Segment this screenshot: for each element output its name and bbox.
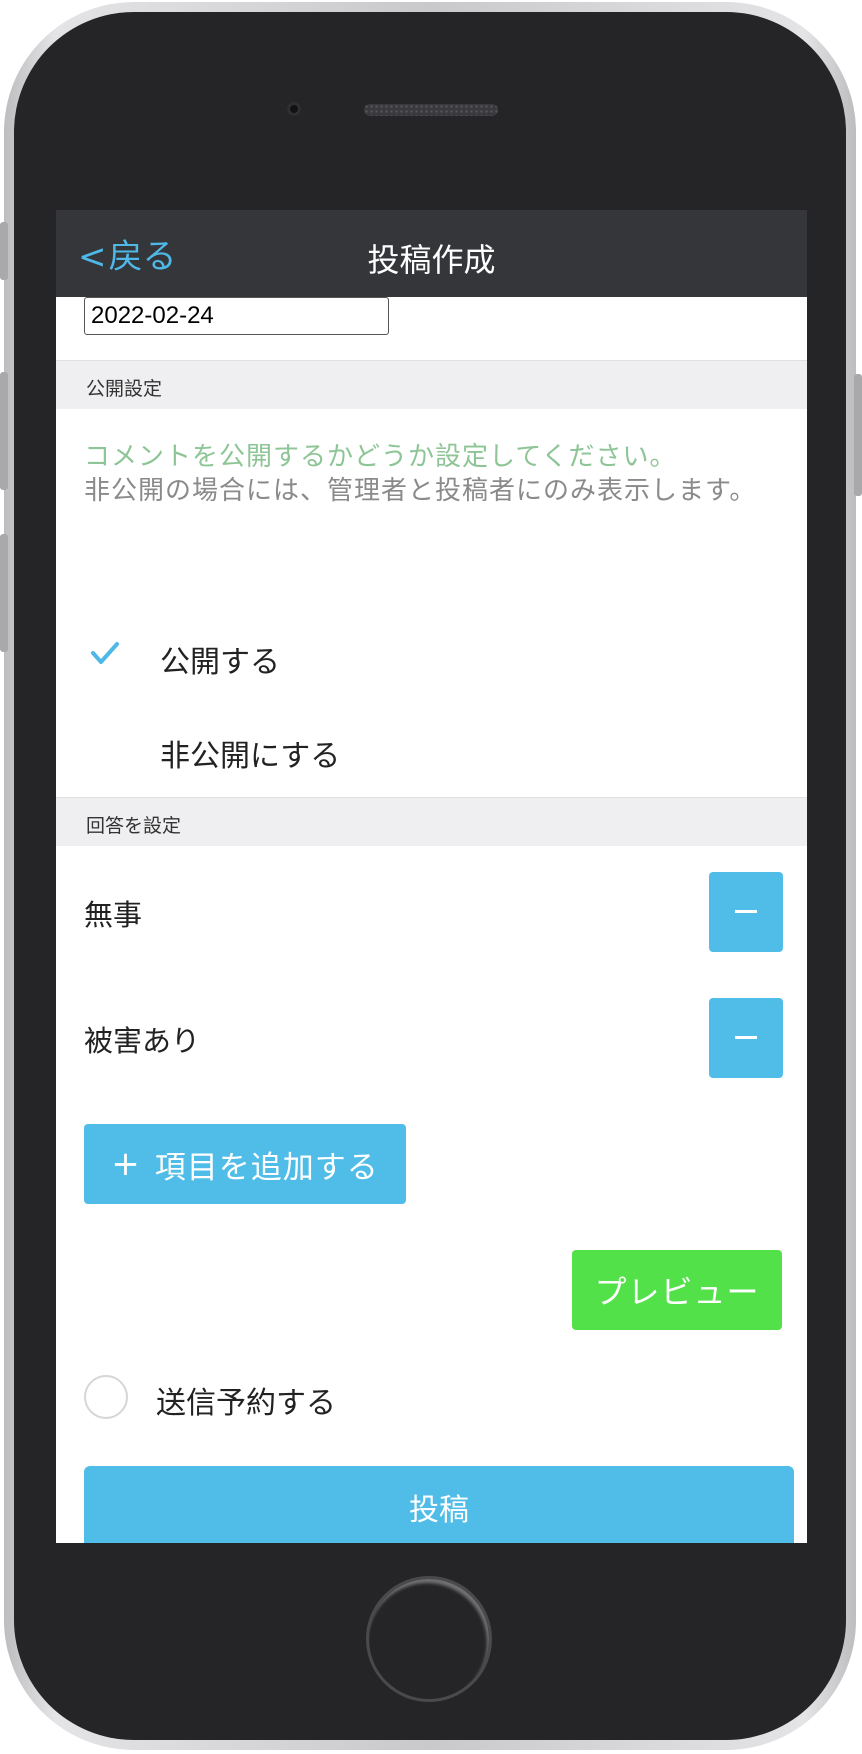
answer-item-label: 被害あり (84, 1024, 201, 1058)
page-title: 投稿作成 (367, 241, 496, 279)
section-header-visibility: 公開設定 (56, 360, 807, 409)
add-item-label: 項目を追加する (154, 1149, 379, 1186)
option-public[interactable]: 公開する (56, 627, 807, 687)
home-button[interactable] (366, 1576, 492, 1702)
add-item-button[interactable]: + 項目を追加する (84, 1124, 406, 1204)
visibility-instruction: コメントを公開するかどうか設定してください。 (84, 442, 677, 472)
option-private-label: 非公開にする (160, 739, 341, 774)
plus-icon: + (111, 1144, 141, 1184)
answer-item-label: 無事 (84, 898, 143, 932)
answer-item: 被害あり (56, 998, 807, 1078)
date-input[interactable] (84, 297, 389, 335)
volume-up-button (0, 372, 8, 490)
power-button (854, 374, 862, 496)
app-screen: <戻る 投稿作成 公開設定 コメントを公開するかどうか設定してください。 非公開… (56, 210, 807, 1543)
answer-item: 無事 (56, 872, 807, 952)
preview-button[interactable]: プレビュー (572, 1250, 782, 1330)
navigation-bar: <戻る 投稿作成 (56, 210, 807, 297)
camera-icon (287, 102, 301, 116)
option-public-label: 公開する (160, 645, 280, 680)
section-title-answers: 回答を設定 (86, 815, 182, 837)
visibility-note: 非公開の場合には、管理者と投稿者にのみ表示します。 (84, 476, 757, 506)
volume-down-button (0, 534, 8, 652)
submit-post-button[interactable]: 投稿 (84, 1466, 794, 1543)
remove-answer-button[interactable] (709, 872, 783, 952)
speaker-grille (364, 104, 498, 116)
option-private[interactable]: 非公開にする (56, 721, 807, 781)
section-title-visibility: 公開設定 (86, 378, 163, 400)
radio-unchecked-icon[interactable] (84, 1375, 128, 1419)
mute-switch (0, 222, 8, 280)
check-icon (91, 642, 119, 664)
remove-answer-button[interactable] (709, 998, 783, 1078)
section-header-answers: 回答を設定 (56, 797, 807, 846)
schedule-send-label[interactable]: 送信予約する (156, 1378, 336, 1422)
